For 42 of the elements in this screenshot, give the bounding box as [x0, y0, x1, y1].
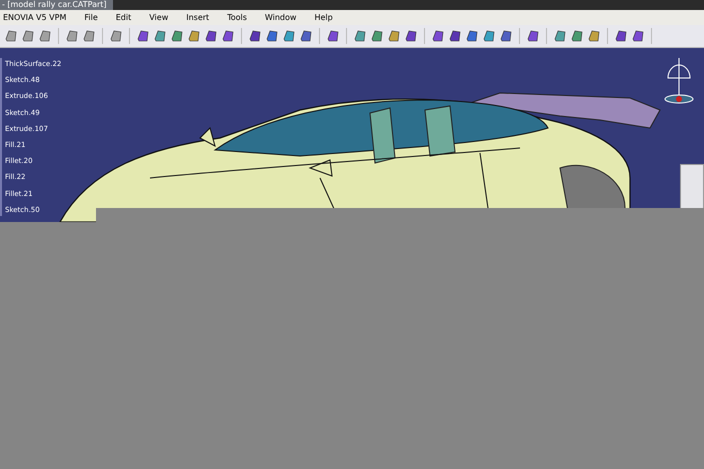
- menu-item[interactable]: File: [84, 12, 98, 24]
- toolbar-icon[interactable]: [248, 29, 262, 43]
- toolbar-icon[interactable]: [448, 29, 462, 43]
- toolbar-icon[interactable]: [4, 29, 18, 43]
- toolbar-icon[interactable]: [153, 29, 167, 43]
- window-title: - [model rally car.CATPart]: [0, 0, 113, 10]
- toolbar-icon[interactable]: [82, 29, 96, 43]
- toolbar-icon[interactable]: [170, 29, 184, 43]
- menu-item[interactable]: Edit: [116, 12, 132, 24]
- menu-item[interactable]: View: [149, 12, 168, 24]
- toolbar-icon[interactable]: [404, 29, 418, 43]
- toolbar-icon[interactable]: [370, 29, 384, 43]
- toolbar-icon[interactable]: [570, 29, 584, 43]
- toolbar-icon[interactable]: [221, 29, 235, 43]
- toolbar-icon[interactable]: [353, 29, 367, 43]
- menu-item[interactable]: Window: [264, 12, 296, 24]
- toolbar-icon[interactable]: [431, 29, 445, 43]
- toolbar-icon[interactable]: [326, 29, 340, 43]
- toolbar-icon[interactable]: [109, 29, 123, 43]
- toolbar-icon[interactable]: [282, 29, 296, 43]
- toolbar-icon[interactable]: [465, 29, 479, 43]
- toolbar-icon[interactable]: [526, 29, 540, 43]
- menu-item[interactable]: ENOVIA V5 VPM: [3, 12, 66, 24]
- menu-item[interactable]: Insert: [186, 12, 210, 24]
- toolbar-icon[interactable]: [38, 29, 52, 43]
- toolbar-icon[interactable]: [387, 29, 401, 43]
- toolbar-icon[interactable]: [136, 29, 150, 43]
- toolbar-icon[interactable]: [21, 29, 35, 43]
- toolbar-icon[interactable]: [299, 29, 313, 43]
- toolbar-icon[interactable]: [65, 29, 79, 43]
- menu-item[interactable]: Help: [314, 12, 333, 24]
- toolbar-icon[interactable]: [499, 29, 513, 43]
- toolbar-icon[interactable]: [204, 29, 218, 43]
- toolbar-icon[interactable]: [553, 29, 567, 43]
- toolbar-icon[interactable]: [482, 29, 496, 43]
- toolbar-icon[interactable]: [265, 29, 279, 43]
- toolbar-icon[interactable]: [614, 29, 628, 43]
- toolbar-icon[interactable]: [587, 29, 601, 43]
- toolbar-icon[interactable]: [631, 29, 645, 43]
- compass-drawing: [662, 56, 696, 106]
- toolbar-icon[interactable]: [187, 29, 201, 43]
- menu-item[interactable]: Tools: [227, 12, 247, 24]
